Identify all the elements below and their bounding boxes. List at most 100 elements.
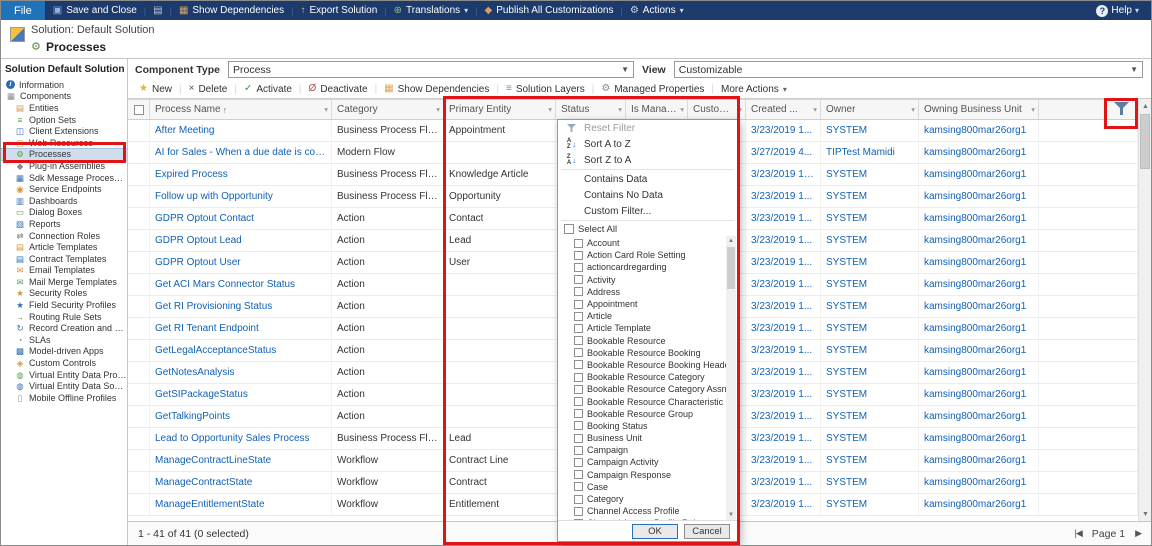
checkbox-icon[interactable] — [574, 518, 583, 520]
sidebar-item-service-endpoints[interactable]: ◉ Service Endpoints — [1, 183, 127, 195]
filter-menu-item-reset-filter[interactable]: Reset Filter — [558, 120, 737, 136]
filter-cancel-button[interactable]: Cancel — [684, 523, 730, 539]
toolbar-button-activate[interactable]: ✓ Activate — [237, 84, 299, 95]
sidebar-item-mail-merge-templates[interactable]: ✉ Mail Merge Templates — [1, 276, 127, 288]
filter-option-action-card-role-setting[interactable]: Action Card Role Setting — [574, 249, 723, 261]
filter-option-address[interactable]: Address — [574, 286, 723, 298]
sidebar-item-model-driven-apps[interactable]: ▩ Model-driven Apps — [1, 346, 127, 358]
sidebar-item-contract-templates[interactable]: ▤ Contract Templates — [1, 253, 127, 265]
header-select-all[interactable] — [128, 100, 150, 119]
sidebar-item-virtual-entity-data-sources[interactable]: ◍ Virtual Entity Data Sources — [1, 380, 127, 392]
filter-option-bookable-resource-category[interactable]: Bookable Resource Category — [574, 371, 723, 383]
chevron-down-icon[interactable]: ▾ — [1029, 105, 1035, 114]
checkbox-icon[interactable] — [574, 323, 583, 333]
checkbox-icon[interactable] — [574, 409, 583, 419]
sidebar-item-record-creation-and-upda[interactable]: ↻ Record Creation and Upda... — [1, 322, 127, 334]
checkbox-icon[interactable] — [574, 336, 583, 346]
toolbar-button-solution-layers[interactable]: ≡ Solution Layers — [499, 84, 592, 95]
filter-option-actioncardregarding[interactable]: actioncardregarding — [574, 261, 723, 273]
ribbon-item-export-solution[interactable]: ↑ Export Solution — [293, 1, 384, 20]
filter-option-bookable-resource-booking[interactable]: Bookable Resource Booking — [574, 347, 723, 359]
filter-option-campaign-response[interactable]: Campaign Response — [574, 469, 723, 481]
filter-option-case[interactable]: Case — [574, 481, 723, 493]
checkbox-icon[interactable] — [133, 104, 144, 115]
sidebar-item-article-templates[interactable]: ▤ Article Templates — [1, 241, 127, 253]
sidebar-item-slas[interactable]: ◔ SLAs — [1, 334, 127, 346]
toolbar-button-new[interactable]: ★ New — [132, 84, 179, 95]
sidebar-item-components[interactable]: ▦ Components — [1, 91, 127, 103]
checkbox-icon[interactable] — [574, 445, 583, 455]
checkbox-icon[interactable] — [574, 348, 583, 358]
scroll-down-icon[interactable]: ▼ — [726, 510, 736, 520]
column-header-status[interactable]: Status ▾ — [556, 100, 626, 119]
column-header-primary-entity[interactable]: Primary Entity ▾ — [444, 100, 556, 119]
toolbar-button-more-actions[interactable]: More Actions ▾ — [714, 84, 794, 95]
filter-option-bookable-resource-characteristic[interactable]: Bookable Resource Characteristic — [574, 395, 723, 407]
checkbox-icon[interactable] — [574, 397, 583, 407]
filter-select-all[interactable]: Select All — [558, 222, 737, 236]
sidebar-item-client-extensions[interactable]: ◫ Client Extensions — [1, 125, 127, 137]
filter-option-activity[interactable]: Activity — [574, 274, 723, 286]
sidebar-item-routing-rule-sets[interactable]: → Routing Rule Sets — [1, 311, 127, 323]
sidebar-item-virtual-entity-data-providers[interactable]: ◍ Virtual Entity Data Providers — [1, 369, 127, 381]
chevron-down-icon[interactable]: ▾ — [434, 105, 440, 114]
column-header-process-name[interactable]: Process Name ↑ ▾ — [150, 100, 332, 119]
grid-vertical-scrollbar[interactable]: ▲ ▼ — [1138, 99, 1151, 521]
sidebar-item-connection-roles[interactable]: ⇄ Connection Roles — [1, 230, 127, 242]
file-menu-button[interactable]: File — [1, 1, 46, 20]
first-page-icon[interactable]: |◀ — [1075, 528, 1083, 539]
filter-menu-item-sort-a-to-z[interactable]: A Z ↓ Sort A to Z — [558, 136, 737, 152]
chevron-down-icon[interactable]: ▾ — [736, 105, 742, 114]
ribbon-item-publish-all-customizations[interactable]: ◆ Publish All Customizations — [478, 1, 621, 20]
toolbar-button-deactivate[interactable]: Ø Deactivate — [302, 84, 375, 95]
checkbox-icon[interactable] — [574, 238, 583, 248]
filter-menu-item-sort-z-to-a[interactable]: Z A ↓ Sort Z to A — [558, 152, 737, 168]
chevron-down-icon[interactable]: ▾ — [546, 105, 552, 114]
filter-menu-item-contains-no-data[interactable]: Contains No Data — [558, 187, 737, 203]
ribbon-item-actions[interactable]: ⚙ Actions ▾ — [623, 1, 691, 20]
scroll-up-icon[interactable]: ▲ — [726, 236, 736, 246]
scroll-down-icon[interactable]: ▼ — [1139, 507, 1152, 521]
sidebar-item-sdk-message-processing-st[interactable]: ▦ Sdk Message Processing St... — [1, 172, 127, 184]
filter-option-channel-access-profile-rule[interactable]: Channel Access Profile Rule — [574, 517, 723, 520]
sidebar-item-processes[interactable]: ⚙ Processes — [1, 147, 127, 162]
chevron-down-icon[interactable]: ▾ — [322, 105, 328, 114]
filter-ok-button[interactable]: OK — [632, 523, 678, 539]
checkbox-icon[interactable] — [574, 372, 583, 382]
filter-option-category[interactable]: Category — [574, 493, 723, 505]
filter-option-bookable-resource-category-assn[interactable]: Bookable Resource Category Assn — [574, 383, 727, 395]
sidebar-item-information[interactable]: i Information — [1, 79, 127, 91]
toolbar-button-managed-properties[interactable]: ⚙ Managed Properties — [594, 84, 711, 95]
filter-option-booking-status[interactable]: Booking Status — [574, 420, 723, 432]
checkbox-icon[interactable] — [574, 275, 583, 285]
scroll-up-icon[interactable]: ▲ — [1139, 99, 1152, 113]
filter-menu-item-contains-data[interactable]: Contains Data — [558, 171, 737, 187]
checkbox-icon[interactable] — [574, 470, 583, 480]
scrollbar-thumb[interactable] — [727, 247, 735, 289]
checkbox-icon[interactable] — [574, 506, 583, 516]
filter-menu-item-custom-filter[interactable]: Custom Filter... — [558, 203, 737, 219]
filter-option-bookable-resource-booking-header[interactable]: Bookable Resource Booking Header — [574, 359, 733, 371]
checkbox-icon[interactable] — [574, 311, 583, 321]
filter-option-business-unit[interactable]: Business Unit — [574, 432, 723, 444]
checkbox-icon[interactable] — [574, 421, 583, 431]
filter-option-campaign[interactable]: Campaign — [574, 444, 723, 456]
checkbox-icon[interactable] — [574, 384, 583, 394]
column-header-created[interactable]: Created ... ▾ — [746, 100, 821, 119]
next-page-icon[interactable]: ▶ — [1135, 528, 1142, 539]
filter-option-campaign-activity[interactable]: Campaign Activity — [574, 456, 723, 468]
checkbox-icon[interactable] — [574, 433, 583, 443]
filter-list-scrollbar[interactable]: ▲ ▼ — [726, 236, 736, 520]
sidebar-item-dashboards[interactable]: ▥ Dashboards — [1, 195, 127, 207]
sidebar-item-web-resources[interactable]: ▢ Web Resources — [1, 137, 127, 149]
filter-option-appointment[interactable]: Appointment — [574, 298, 723, 310]
checkbox-icon[interactable] — [574, 457, 583, 467]
sidebar-item-dialog-boxes[interactable]: ▭ Dialog Boxes — [1, 207, 127, 219]
ribbon-item-translations[interactable]: ⊕ Translations ▾ — [387, 1, 476, 20]
toolbar-button-show-dependencies[interactable]: ▦ Show Dependencies — [377, 84, 496, 95]
filter-option-bookable-resource-group[interactable]: Bookable Resource Group — [574, 408, 723, 420]
checkbox-icon[interactable] — [574, 482, 583, 492]
component-type-select[interactable]: Process ▼ — [227, 61, 634, 78]
view-select[interactable]: Customizable ▼ — [673, 61, 1143, 78]
chevron-down-icon[interactable]: ▾ — [811, 105, 817, 114]
